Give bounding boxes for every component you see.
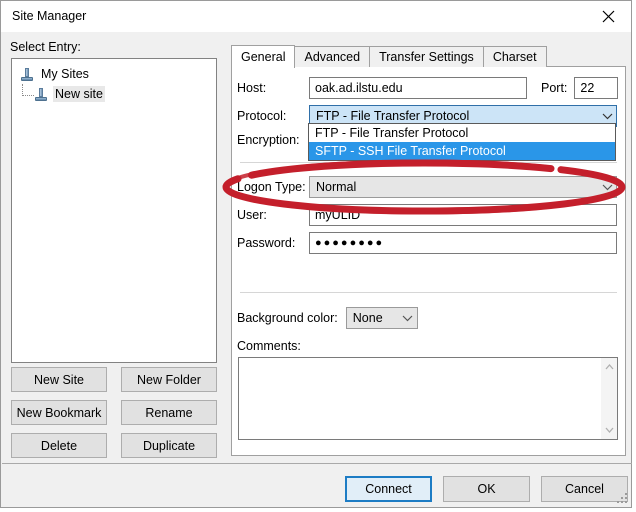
password-input[interactable]	[309, 232, 617, 254]
encryption-label: Encryption:	[237, 133, 300, 147]
new-folder-button[interactable]: New Folder	[121, 367, 217, 392]
new-bookmark-button[interactable]: New Bookmark	[11, 400, 107, 425]
host-label: Host:	[237, 81, 267, 95]
duplicate-button[interactable]: Duplicate	[121, 433, 217, 458]
site-manager-dialog: Site Manager Select Entry: My Sites New …	[0, 0, 632, 508]
protocol-option-ftp[interactable]: FTP - File Transfer Protocol	[309, 124, 615, 142]
title-bar: Site Manager	[1, 1, 631, 32]
password-row: Password:	[237, 232, 617, 254]
delete-button[interactable]: Delete	[11, 433, 107, 458]
chevron-down-icon	[598, 184, 616, 191]
section-divider	[240, 162, 617, 163]
server-icon	[20, 67, 34, 82]
host-row: Host: Port:	[237, 77, 619, 99]
section-divider	[240, 292, 617, 293]
user-row: User:	[237, 204, 617, 226]
tab-charset[interactable]: Charset	[482, 46, 547, 67]
chevron-up-icon[interactable]	[601, 359, 617, 375]
connect-button[interactable]: Connect	[345, 476, 432, 502]
logon-type-row: Logon Type: Normal	[237, 176, 617, 198]
close-icon[interactable]	[586, 2, 630, 31]
chevron-down-icon	[399, 315, 417, 322]
tree-item-new-site[interactable]: New site	[12, 84, 216, 104]
logon-type-select[interactable]: Normal	[309, 176, 617, 198]
new-site-button[interactable]: New Site	[11, 367, 107, 392]
protocol-option-sftp[interactable]: SFTP - SSH File Transfer Protocol	[309, 142, 615, 160]
tab-strip: General Advanced Transfer Settings Chars…	[231, 45, 547, 68]
tab-general[interactable]: General	[231, 45, 296, 68]
select-entry-label: Select Entry:	[10, 40, 81, 54]
protocol-dropdown-list[interactable]: FTP - File Transfer Protocol SFTP - SSH …	[308, 123, 616, 161]
bottom-divider	[2, 463, 632, 464]
port-label: Port:	[541, 81, 568, 95]
ok-button[interactable]: OK	[443, 476, 530, 502]
background-color-select[interactable]: None	[345, 307, 418, 329]
host-input[interactable]	[309, 77, 527, 99]
dialog-buttons: Connect OK Cancel	[345, 476, 628, 502]
background-color-label: Background color:	[237, 311, 338, 325]
tree-item-label: My Sites	[41, 67, 89, 81]
password-label: Password:	[237, 236, 296, 250]
logon-type-value: Normal	[316, 180, 357, 194]
protocol-selected-value: FTP - File Transfer Protocol	[316, 109, 470, 123]
tree-item-label: New site	[53, 86, 105, 102]
comments-scrollbar[interactable]	[601, 358, 617, 439]
user-input[interactable]	[309, 204, 617, 226]
port-input[interactable]	[574, 77, 619, 99]
tree-item-my-sites[interactable]: My Sites	[12, 64, 216, 84]
chevron-down-icon[interactable]	[601, 422, 617, 438]
resize-grip-icon[interactable]	[615, 491, 627, 503]
user-label: User:	[237, 208, 267, 222]
entry-action-buttons: New Site New Folder New Bookmark Rename …	[11, 367, 219, 458]
site-tree[interactable]: My Sites New site	[11, 58, 217, 363]
background-color-value: None	[352, 311, 383, 325]
encryption-row: Encryption:	[237, 133, 309, 147]
rename-button[interactable]: Rename	[121, 400, 217, 425]
comments-textarea[interactable]	[238, 357, 618, 440]
tab-advanced[interactable]: Advanced	[294, 46, 371, 67]
window-title: Site Manager	[12, 9, 87, 23]
chevron-down-icon	[598, 113, 616, 120]
tab-transfer-settings[interactable]: Transfer Settings	[369, 46, 484, 67]
tree-connector	[22, 84, 34, 96]
comments-label: Comments:	[237, 339, 301, 353]
server-icon	[34, 87, 48, 102]
protocol-label: Protocol:	[237, 109, 287, 123]
background-color-row: Background color: None	[237, 307, 418, 329]
logon-type-label: Logon Type:	[237, 180, 306, 194]
